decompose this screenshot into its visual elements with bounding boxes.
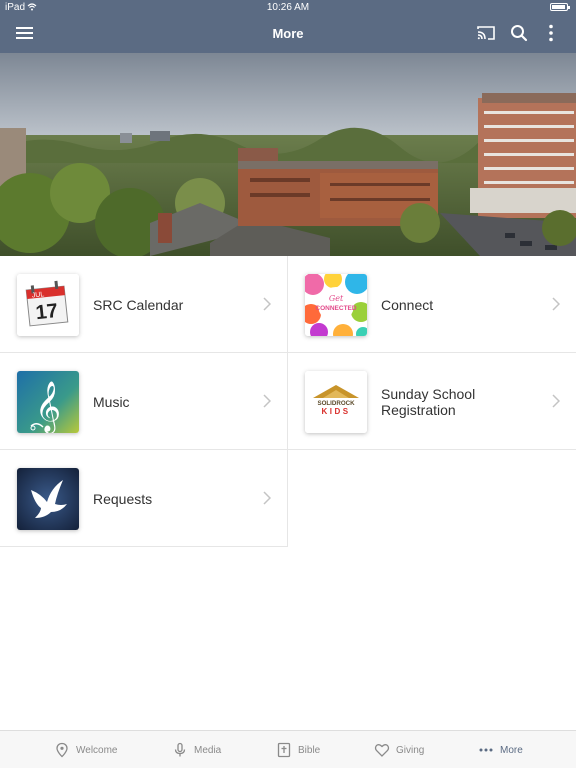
- calendar-icon: JUL 17: [17, 274, 79, 336]
- dove-icon: [17, 468, 79, 530]
- tab-label: Giving: [396, 744, 425, 756]
- menu-item-connect[interactable]: Get CONNECTED Connect: [288, 256, 576, 353]
- hero-image: [0, 53, 576, 256]
- chevron-right-icon: [263, 491, 271, 505]
- tab-label: More: [500, 744, 523, 756]
- calendar-day: 17: [35, 300, 59, 324]
- status-bar: iPad 10:26 AM: [0, 0, 576, 14]
- thumb-text-connected: CONNECTED: [315, 305, 356, 312]
- menu-item-label: Music: [93, 393, 130, 410]
- search-icon[interactable]: [508, 22, 530, 44]
- tab-more[interactable]: More: [478, 731, 523, 768]
- microphone-icon: [174, 742, 186, 757]
- tab-giving[interactable]: Giving: [374, 731, 424, 768]
- menu-item-label: Requests: [93, 490, 153, 507]
- chevron-right-icon: [263, 394, 271, 408]
- thumb-text-get: Get: [329, 294, 344, 303]
- chevron-right-icon: [263, 297, 271, 311]
- tab-label: Media: [194, 744, 222, 756]
- tab-label: Bible: [298, 744, 321, 756]
- chevron-right-icon: [552, 394, 560, 408]
- map-pin-icon: [56, 742, 68, 758]
- thumb-text-kids: KIDS: [321, 407, 350, 416]
- bible-icon: [277, 742, 291, 758]
- thumb-text-solidrock: SOLIDROCK: [317, 400, 355, 407]
- svg-text:𝄞: 𝄞: [35, 381, 61, 433]
- battery-icon: [550, 3, 570, 11]
- tab-media[interactable]: Media: [172, 731, 221, 768]
- tab-bar: Welcome Media Bible Giving More: [0, 730, 576, 768]
- status-time: 10:26 AM: [266, 2, 310, 13]
- solid-rock-kids-icon: SOLIDROCK KIDS: [305, 371, 367, 433]
- tab-label: Welcome: [76, 744, 118, 756]
- more-options-icon[interactable]: [540, 22, 562, 44]
- chevron-right-icon: [552, 297, 560, 311]
- menu-item-requests[interactable]: Requests: [0, 450, 288, 547]
- treble-clef-icon: 𝄞: [17, 371, 79, 433]
- menu-item-sunday-school-registration[interactable]: SOLIDROCK KIDS Sunday School Registratio…: [288, 353, 576, 450]
- menu-item-music[interactable]: 𝄞 Music: [0, 353, 288, 450]
- menu-item-label: Connect: [381, 296, 434, 313]
- calendar-month: JUL: [32, 291, 45, 299]
- heart-icon: [374, 744, 390, 757]
- get-connected-icon: Get CONNECTED: [305, 274, 367, 336]
- tab-welcome[interactable]: Welcome: [54, 731, 118, 768]
- menu-item-label: Sunday School Registration: [381, 385, 476, 418]
- menu-item-label: SRC Calendar: [93, 296, 184, 313]
- tab-bible[interactable]: Bible: [276, 731, 320, 768]
- menu-item-src-calendar[interactable]: JUL 17 SRC Calendar: [0, 256, 288, 353]
- cast-icon[interactable]: [475, 22, 497, 44]
- more-dots-icon: [479, 748, 493, 752]
- nav-bar: More: [0, 14, 576, 53]
